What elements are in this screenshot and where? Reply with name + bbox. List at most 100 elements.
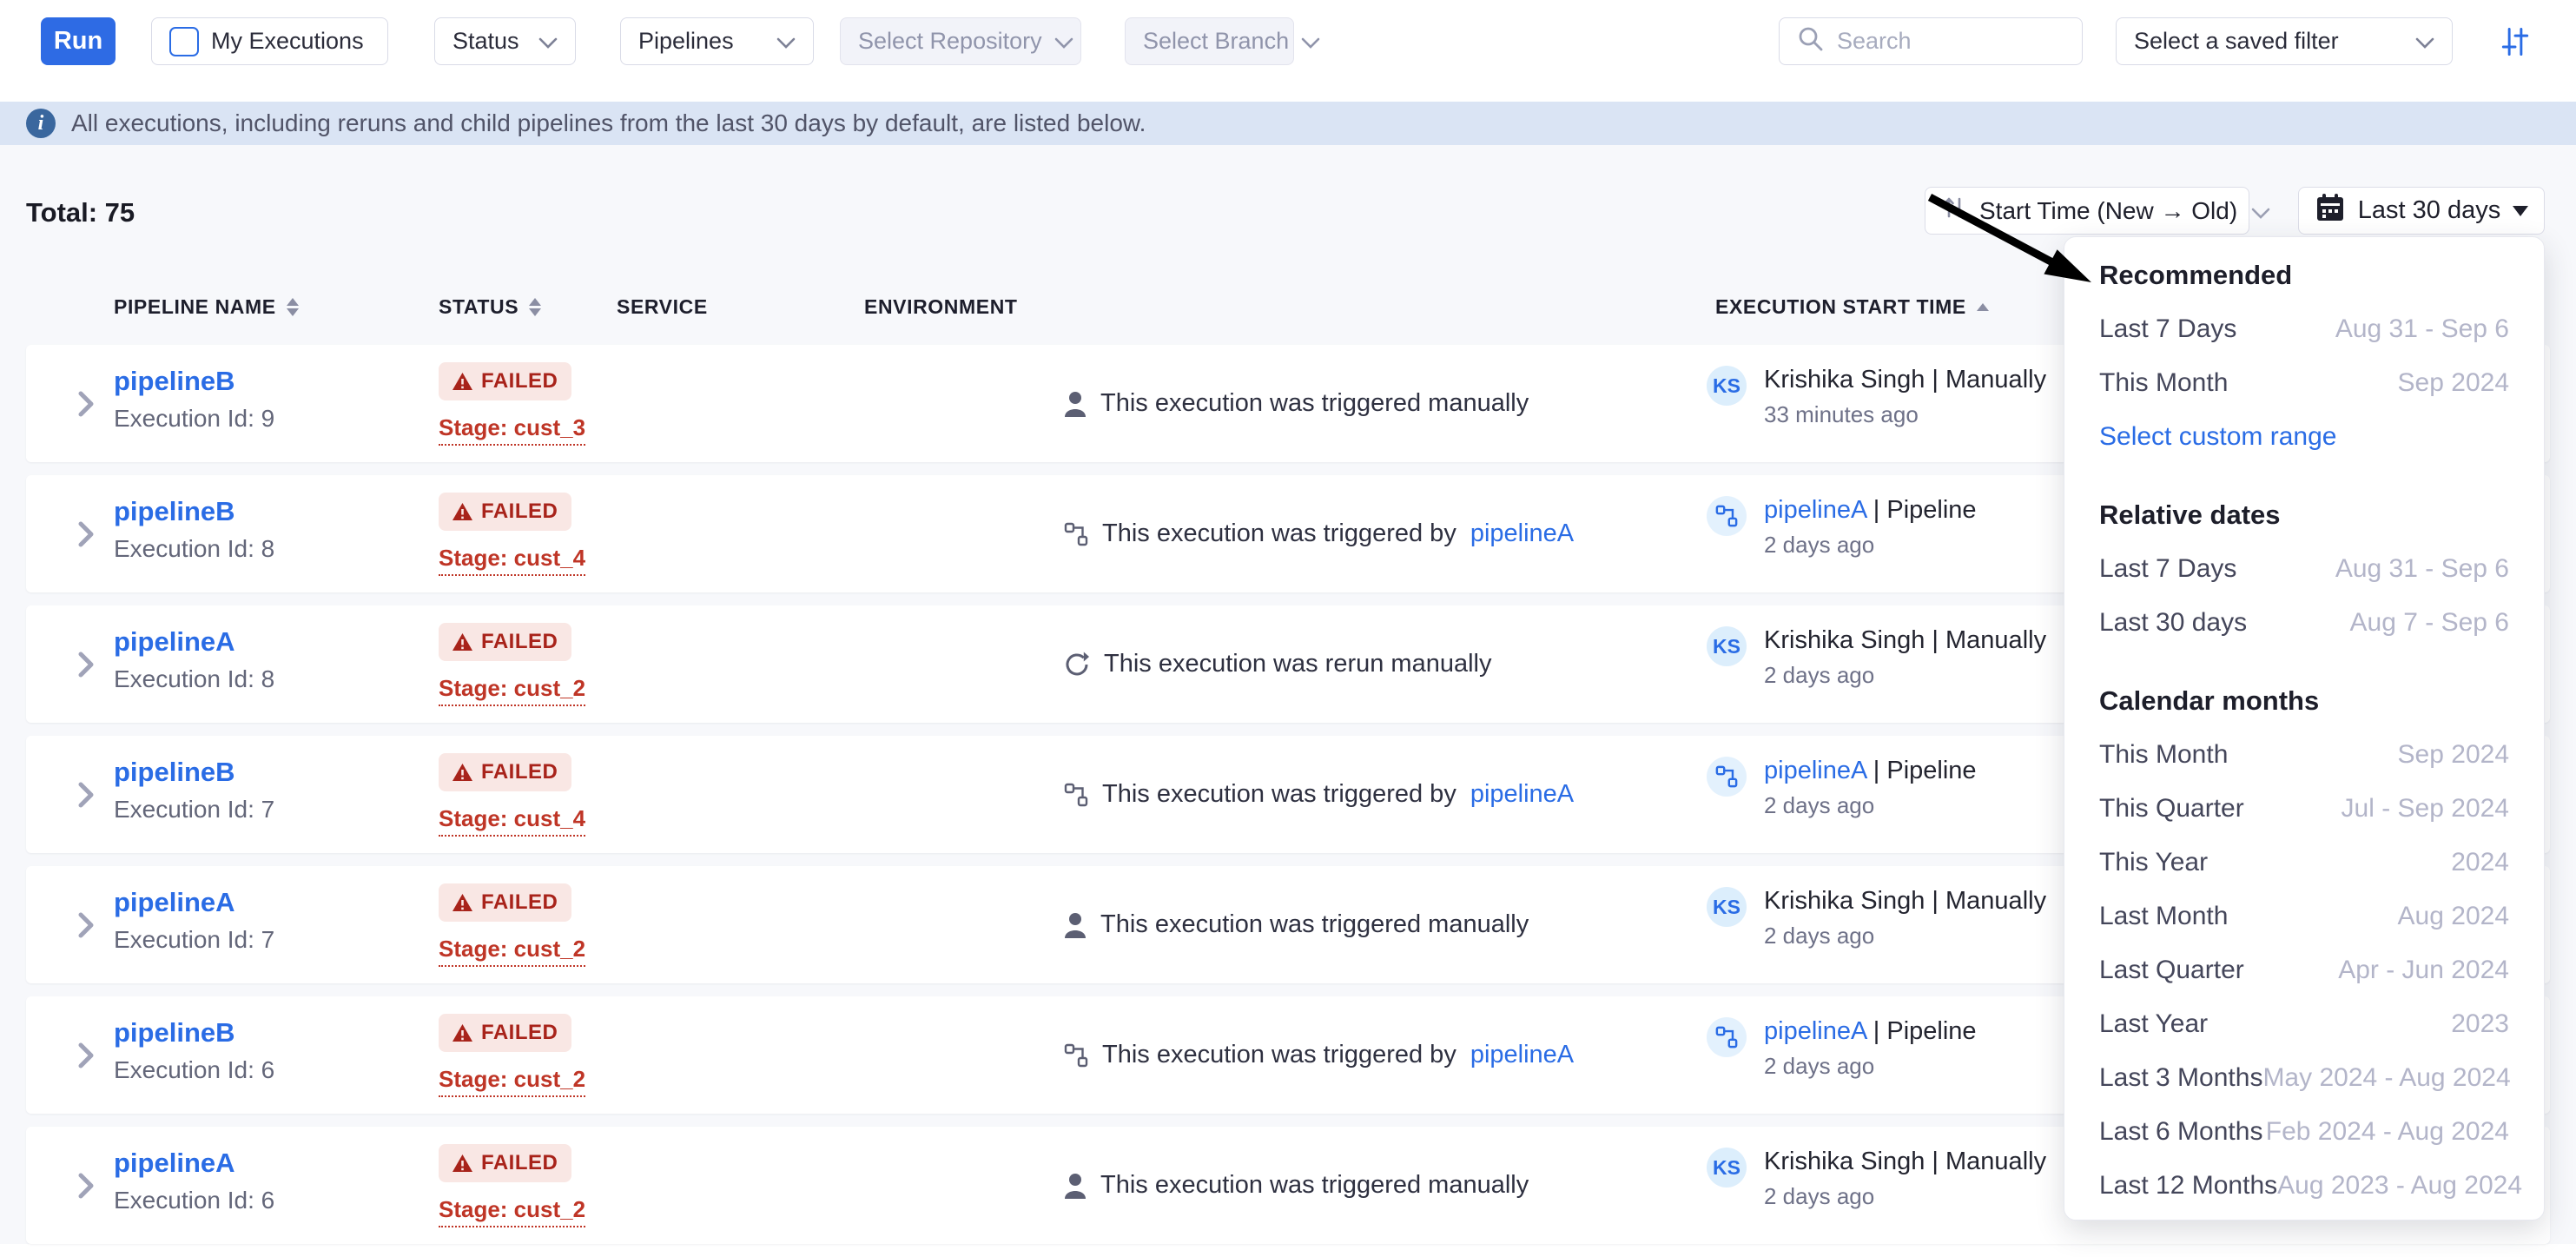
pipeline-name-link[interactable]: pipelineB [114, 366, 235, 396]
starter-name: Krishika Singh | Manually [1764, 1148, 2046, 1176]
starter-text: | Pipeline [1866, 496, 1977, 524]
status-badge: FAILED [439, 883, 571, 922]
pipeline-name-link[interactable]: pipelineB [114, 757, 235, 787]
trigger-text: This execution was triggered manually [1100, 389, 1529, 418]
date-range-option[interactable]: Last Quarter Apr - Jun 2024 [2099, 943, 2509, 997]
pipelines-dropdown[interactable]: Pipelines [620, 17, 814, 65]
pipeline-avatar-icon [1707, 757, 1747, 797]
row-expand-chevron[interactable] [77, 520, 95, 548]
date-range-option-value: Aug 31 - Sep 6 [2335, 314, 2509, 344]
search-box[interactable] [1779, 17, 2083, 65]
row-expand-chevron[interactable] [77, 1042, 95, 1069]
column-sort-icon[interactable] [287, 298, 299, 316]
date-range-option-value: Feb 2024 - Aug 2024 [2266, 1117, 2509, 1147]
pipeline-name-link[interactable]: pipelineA [114, 626, 235, 657]
info-banner-text: All executions, including reruns and chi… [71, 109, 1146, 137]
run-button[interactable]: Run [41, 17, 116, 65]
trigger-pipeline-link[interactable]: pipelineA [1470, 519, 1574, 548]
starter-pipeline-link[interactable]: pipelineA [1764, 496, 1866, 524]
trigger-pipeline-link[interactable]: pipelineA [1470, 1041, 1574, 1069]
execution-id: Execution Id: 9 [114, 405, 274, 433]
date-range-option[interactable]: This Month Sep 2024 [2099, 728, 2509, 782]
starter-pipeline-link[interactable]: pipelineA [1764, 757, 1866, 784]
pipeline-name-link[interactable]: pipelineA [114, 1148, 235, 1178]
avatar: KS [1707, 887, 1747, 927]
saved-filter-dropdown[interactable]: Select a saved filter [2116, 17, 2453, 65]
date-range-option[interactable]: This Month Sep 2024 [2099, 356, 2509, 410]
filter-sliders-icon[interactable] [2494, 23, 2536, 61]
starter-text: | Pipeline [1866, 757, 1977, 784]
failed-stage-link[interactable]: Stage: cust_3 [439, 414, 585, 446]
date-range-option[interactable]: Last 12 Months Aug 2023 - Aug 2024 [2099, 1159, 2509, 1213]
column-header-pipeline-name[interactable]: PIPELINE NAME [114, 289, 299, 324]
status-badge-text: FAILED [481, 499, 558, 524]
date-range-option[interactable]: Last 7 Days Aug 31 - Sep 6 [2099, 542, 2509, 596]
date-range-option[interactable]: Last 30 days Aug 7 - Sep 6 [2099, 596, 2509, 650]
date-range-option[interactable]: This Year 2024 [2099, 836, 2509, 890]
failed-stage-link[interactable]: Stage: cust_4 [439, 545, 585, 576]
status-badge-text: FAILED [481, 1021, 558, 1045]
time-ago: 2 days ago [1764, 662, 2046, 689]
pipeline-name-link[interactable]: pipelineB [114, 496, 235, 526]
trigger-pipeline-link[interactable]: pipelineA [1470, 780, 1574, 809]
search-input[interactable] [1835, 27, 2064, 56]
warning-icon [452, 503, 472, 520]
panel-section-header: Relative dates [2099, 488, 2509, 542]
pipeline-name-link[interactable]: pipelineA [114, 887, 235, 917]
my-executions-label: My Executions [211, 28, 370, 55]
my-executions-checkbox[interactable] [169, 27, 199, 56]
chevron-down-icon [2415, 28, 2434, 55]
row-expand-chevron[interactable] [77, 390, 95, 418]
row-expand-chevron[interactable] [77, 1172, 95, 1200]
row-expand-chevron[interactable] [77, 651, 95, 678]
column-sort-icon[interactable] [529, 298, 541, 316]
sort-dropdown[interactable]: Start Time (New → Old) [1925, 187, 2249, 235]
status-badge-text: FAILED [481, 630, 558, 654]
column-header-execution-start-time[interactable]: EXECUTION START TIME [1715, 289, 1989, 324]
select-branch-dropdown[interactable]: Select Branch [1125, 17, 1294, 65]
failed-stage-link[interactable]: Stage: cust_2 [439, 936, 585, 967]
row-expand-chevron[interactable] [77, 781, 95, 809]
failed-stage-link[interactable]: Stage: cust_4 [439, 805, 585, 837]
chevron-down-icon [1301, 28, 1320, 55]
failed-stage-link[interactable]: Stage: cust_2 [439, 675, 585, 706]
date-range-option[interactable]: Last 6 Months Feb 2024 - Aug 2024 [2099, 1105, 2509, 1159]
date-range-button[interactable]: Last 30 days [2298, 187, 2545, 235]
user-icon [1064, 912, 1087, 938]
date-range-option-label: This Quarter [2099, 794, 2244, 824]
failed-stage-link[interactable]: Stage: cust_2 [439, 1066, 585, 1097]
panel-section-header: Calendar months [2099, 674, 2509, 728]
pipeline-name-link[interactable]: pipelineB [114, 1017, 235, 1048]
search-icon [1797, 25, 1823, 57]
date-range-option[interactable]: Last 7 Days Aug 31 - Sep 6 [2099, 302, 2509, 356]
date-range-option-label: This Month [2099, 740, 2228, 770]
date-range-option-value: May 2024 - Aug 2024 [2262, 1063, 2510, 1093]
date-range-option[interactable]: Select custom range [2099, 410, 2509, 464]
date-range-option[interactable]: Last Year 2023 [2099, 997, 2509, 1051]
my-executions-filter[interactable]: My Executions [151, 17, 388, 65]
select-repository-label: Select Repository [858, 28, 1042, 55]
time-ago: 2 days ago [1764, 532, 1977, 559]
status-badge: FAILED [439, 1014, 571, 1052]
failed-stage-link[interactable]: Stage: cust_2 [439, 1196, 585, 1227]
pipeline-icon [1064, 783, 1088, 807]
date-range-option[interactable]: This Quarter Jul - Sep 2024 [2099, 782, 2509, 836]
status-badge: FAILED [439, 623, 571, 661]
sort-arrows-icon [1943, 195, 1965, 227]
time-ago: 2 days ago [1764, 1183, 2046, 1210]
date-range-option[interactable]: Last 3 Months May 2024 - Aug 2024 [2099, 1051, 2509, 1105]
warning-icon [452, 764, 472, 781]
trigger-text: This execution was triggered manually [1100, 1171, 1529, 1200]
column-header-environment: ENVIRONMENT [864, 289, 1018, 324]
starter-text: Krishika Singh | Manually [1764, 366, 2046, 394]
starter-name: pipelineA | Pipeline [1764, 1017, 1977, 1046]
trigger-text: This execution was rerun manually [1104, 650, 1491, 678]
date-range-option[interactable]: Last Month Aug 2024 [2099, 890, 2509, 943]
select-repository-dropdown[interactable]: Select Repository [840, 17, 1081, 65]
status-dropdown[interactable]: Status [434, 17, 576, 65]
starter-pipeline-link[interactable]: pipelineA [1764, 1017, 1866, 1045]
trigger-text: This execution was triggered by [1102, 1041, 1456, 1069]
row-expand-chevron[interactable] [77, 911, 95, 939]
pipeline-icon [1064, 1043, 1088, 1068]
column-header-status[interactable]: STATUS [439, 289, 541, 324]
